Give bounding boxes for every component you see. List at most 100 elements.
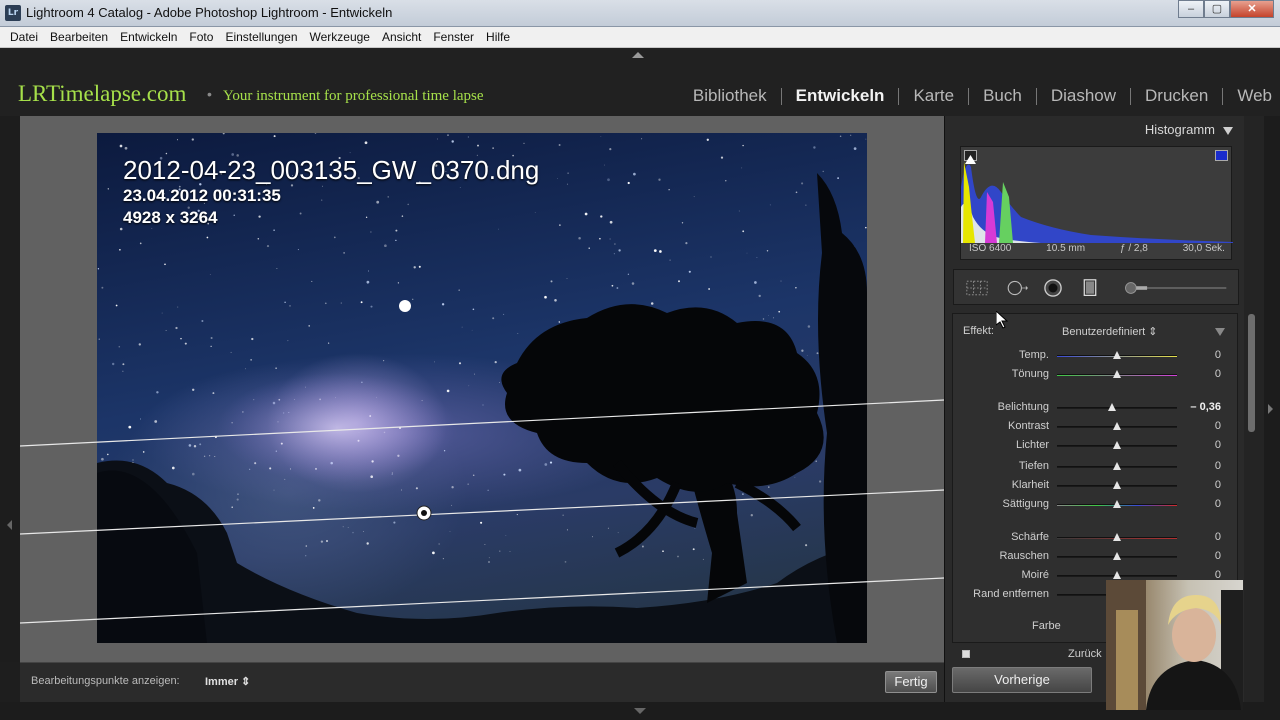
module-karte[interactable]: Karte xyxy=(913,86,954,106)
module-separator xyxy=(1222,87,1224,105)
show-edit-pins-select[interactable]: Immer ⇕ xyxy=(205,675,250,688)
expand-filmstrip-icon[interactable] xyxy=(634,708,646,714)
slider-thumb[interactable] xyxy=(1113,441,1121,449)
slider-thumb[interactable] xyxy=(1113,370,1121,378)
menu-item-ansicht[interactable]: Ansicht xyxy=(376,27,427,47)
image-view[interactable]: 2012-04-23_003135_GW_0370.dng 23.04.2012… xyxy=(20,116,944,662)
close-icon[interactable]: ✕ xyxy=(1230,0,1274,18)
slider-label: Rauschen xyxy=(999,550,1049,562)
module-header: LRTimelapse.com • Your instrument for pr… xyxy=(0,48,1280,116)
slider-thumb[interactable] xyxy=(1113,552,1121,560)
menu-bar: Datei Bearbeiten Entwickeln Foto Einstellung… xyxy=(0,27,1280,48)
slider-value[interactable]: 0 xyxy=(1215,368,1221,380)
effect-preset-select[interactable]: Benutzerdefiniert ⇕ xyxy=(1062,325,1157,338)
window-title: Lightroom 4 Catalog - Adobe Photoshop Li… xyxy=(26,5,393,20)
slider-value[interactable]: 0 xyxy=(1215,550,1221,562)
slider-row: Klarheit 0 xyxy=(953,479,1239,493)
slider-value[interactable]: 0 xyxy=(1215,479,1221,491)
slider-row: Tönung 0 xyxy=(953,368,1239,382)
slider-value[interactable]: 0 xyxy=(1215,460,1221,472)
edit-pin-active-center xyxy=(421,510,427,516)
slider-thumb[interactable] xyxy=(1113,571,1121,579)
select-arrows-icon: ⇕ xyxy=(241,676,251,688)
slider-row: Belichtung – 0,36 xyxy=(953,401,1239,415)
module-separator xyxy=(1130,87,1132,105)
webcam-overlay xyxy=(1106,580,1243,710)
module-drucken[interactable]: Drucken xyxy=(1145,86,1208,106)
previous-button[interactable]: Vorherige xyxy=(952,667,1092,693)
collapse-top-panel-icon[interactable] xyxy=(632,52,644,58)
collapse-right-panel-icon[interactable] xyxy=(1268,404,1273,414)
right-edge-strip xyxy=(1264,116,1280,702)
gradient-line-center[interactable] xyxy=(20,489,944,535)
menu-item-einstellungen[interactable]: Einstellungen xyxy=(219,27,303,47)
slider-thumb[interactable] xyxy=(1113,481,1121,489)
menu-item-datei[interactable]: Datei xyxy=(4,27,44,47)
right-panel-scrollbar[interactable] xyxy=(1244,116,1264,702)
slider-label: Tönung xyxy=(1011,368,1049,380)
gradient-line-top[interactable] xyxy=(20,399,944,447)
slider-label: Lichter xyxy=(1015,439,1049,451)
effect-label: Effekt: xyxy=(963,325,994,337)
module-buch[interactable]: Buch xyxy=(983,86,1022,106)
done-button[interactable]: Fertig xyxy=(885,671,937,693)
menu-item-bearbeiten[interactable]: Bearbeiten xyxy=(44,27,114,47)
red-eye-icon[interactable] xyxy=(1042,279,1064,297)
scrollbar-thumb[interactable] xyxy=(1248,314,1255,432)
histogram-header[interactable]: Histogramm xyxy=(945,119,1244,141)
slider-value[interactable]: – 0,36 xyxy=(1190,401,1221,413)
identity-separator: • xyxy=(207,86,212,102)
module-bibliothek[interactable]: Bibliothek xyxy=(693,86,767,106)
histogram[interactable]: ISO 6400 10.5 mm ƒ / 2,8 30,0 Sek. xyxy=(960,146,1233,260)
maximize-icon[interactable]: ▢ xyxy=(1204,0,1230,18)
panel-collapse-icon[interactable] xyxy=(1223,127,1233,135)
slider-label: Temp. xyxy=(1019,349,1049,361)
identity-tagline: Your instrument for professional time la… xyxy=(223,88,484,104)
module-separator xyxy=(898,87,900,105)
slider-thumb[interactable] xyxy=(1113,462,1121,470)
slider-row: Schärfe 0 xyxy=(953,531,1239,545)
slider-value[interactable]: 0 xyxy=(1215,349,1221,361)
adjustment-brush-icon[interactable] xyxy=(1116,279,1234,297)
spot-removal-icon[interactable] xyxy=(1006,279,1028,297)
histogram-title: Histogramm xyxy=(1144,122,1215,137)
slider-value[interactable]: 0 xyxy=(1215,439,1221,451)
slider-row: Rauschen 0 xyxy=(953,550,1239,564)
slider-value[interactable]: 0 xyxy=(1215,420,1221,432)
slider-row: Temp. 0 xyxy=(953,349,1239,363)
slider-track[interactable] xyxy=(1057,407,1177,409)
enable-checkbox[interactable] xyxy=(962,650,970,658)
color-label: Farbe xyxy=(1032,620,1061,632)
menu-item-werkzeuge[interactable]: Werkzeuge xyxy=(304,27,376,47)
slider-row: Kontrast 0 xyxy=(953,420,1239,434)
graduated-filter-icon[interactable] xyxy=(1079,279,1101,297)
slider-thumb[interactable] xyxy=(1113,533,1121,541)
menu-item-foto[interactable]: Foto xyxy=(183,27,219,47)
webcam-presenter xyxy=(1106,580,1243,710)
slider-thumb[interactable] xyxy=(1113,351,1121,359)
focal-length: 10.5 mm xyxy=(1046,243,1086,254)
shutter-value: 30,0 Sek. xyxy=(1182,243,1225,254)
effect-menu-icon[interactable] xyxy=(1215,328,1225,336)
slider-thumb[interactable] xyxy=(1113,500,1121,508)
module-diashow[interactable]: Diashow xyxy=(1051,86,1116,106)
menu-item-entwickeln[interactable]: Entwickeln xyxy=(114,27,183,47)
slider-thumb[interactable] xyxy=(1108,403,1117,411)
crop-overlay-icon[interactable] xyxy=(966,279,988,297)
slider-value[interactable]: 0 xyxy=(1215,531,1221,543)
menu-item-hilfe[interactable]: Hilfe xyxy=(480,27,516,47)
menu-item-fenster[interactable]: Fenster xyxy=(427,27,480,47)
gradient-line-bottom[interactable] xyxy=(20,577,944,624)
module-separator xyxy=(968,87,970,105)
module-web[interactable]: Web xyxy=(1237,86,1272,106)
slider-thumb[interactable] xyxy=(1113,422,1121,430)
minimize-icon[interactable]: – xyxy=(1178,0,1204,18)
edit-pin-inactive[interactable] xyxy=(399,300,411,312)
reset-button[interactable]: Zurück xyxy=(1068,648,1102,660)
show-edit-pins-label: Bearbeitungspunkte anzeigen: xyxy=(31,675,180,687)
module-entwickeln[interactable]: Entwickeln xyxy=(796,86,885,106)
slider-value[interactable]: 0 xyxy=(1215,498,1221,510)
expand-left-panel-icon[interactable] xyxy=(7,520,12,530)
toolbar: Bearbeitungspunkte anzeigen: Immer ⇕ Fer… xyxy=(20,662,944,702)
show-edit-pins-value: Immer xyxy=(205,676,239,688)
